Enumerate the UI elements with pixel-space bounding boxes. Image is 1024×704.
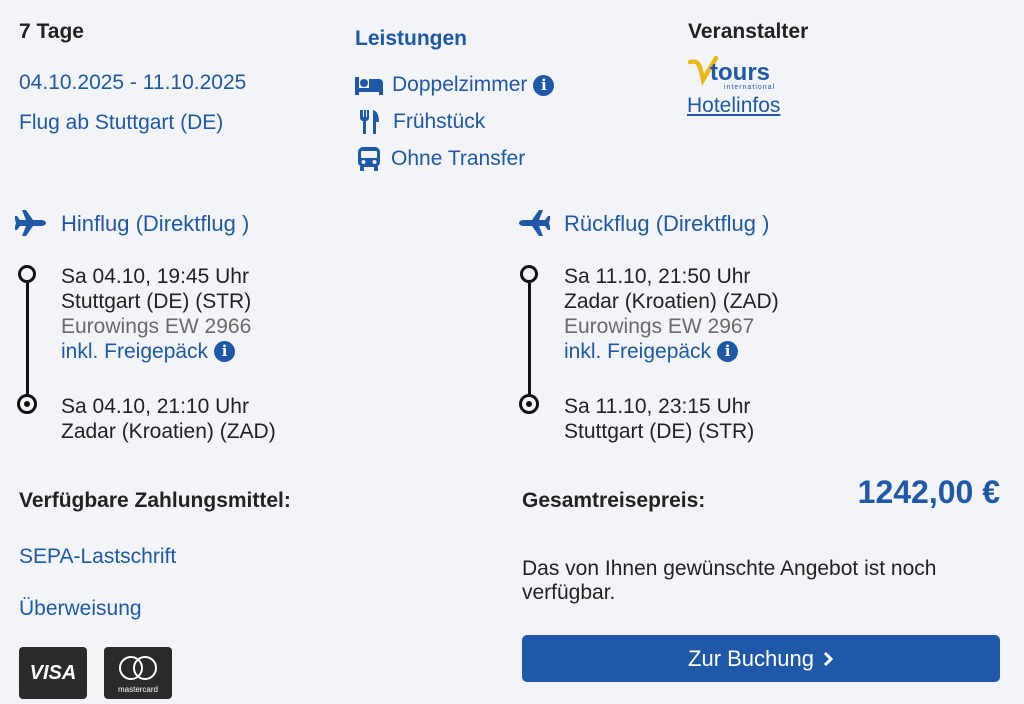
trip-dates: 04.10.2025 - 11.10.2025 (19, 71, 247, 94)
inbound-baggage-label[interactable]: inkl. Freigepäck (564, 340, 711, 363)
logo-subtext: international (724, 84, 775, 91)
outbound-baggage[interactable]: inkl. Freigepäck i (61, 339, 236, 364)
service-item-room: Doppelzimmer i (355, 70, 555, 100)
cutlery-icon (360, 110, 379, 134)
services-heading: Leistungen (355, 27, 468, 50)
outbound-title: Hinflug (Direktflug ) (61, 211, 250, 236)
outbound-departure-time: Sa 04.10, 19:45 Uhr (61, 265, 249, 288)
outbound-end-marker (17, 394, 37, 414)
bed-icon (355, 77, 383, 95)
payment-heading: Verfügbare Zahlungsmittel: (19, 489, 291, 512)
inbound-arrival-time: Sa 11.10, 23:15 Uhr (564, 395, 751, 418)
svg-text:tours: tours (710, 59, 770, 86)
outbound-timeline (26, 283, 29, 401)
inbound-baggage[interactable]: inkl. Freigepäck i (564, 339, 739, 364)
plane-departure-icon (15, 210, 46, 236)
service-item-transfer: Ohne Transfer (355, 144, 554, 174)
total-price-label: Gesamtreisepreis: (522, 489, 706, 512)
inbound-departure-airport: Zadar (Kroatien) (ZAD) (564, 290, 779, 313)
mastercard-label: mastercard (117, 685, 158, 694)
inbound-start-marker (520, 265, 538, 283)
availability-message: Das von Ihnen gewünschte Angebot ist noc… (522, 557, 937, 604)
outbound-baggage-info-icon[interactable]: i (214, 341, 236, 362)
vtours-logo: tours international (687, 55, 788, 92)
outbound-carrier: Eurowings EW 2966 (61, 315, 252, 338)
mastercard-icon: mastercard (104, 647, 172, 699)
visa-card-icon: VISA (19, 647, 87, 699)
book-button[interactable]: Zur Buchung (522, 635, 1000, 682)
departure-airport: Flug ab Stuttgart (DE) (19, 111, 224, 134)
inbound-arrival-airport: Stuttgart (DE) (STR) (564, 420, 755, 443)
service-item-board: Frühstück (355, 107, 554, 137)
outbound-departure-airport: Stuttgart (DE) (STR) (61, 290, 252, 313)
services-list: Doppelzimmer i Frühstück Ohne Transfer (355, 70, 555, 174)
chevron-right-icon (823, 651, 834, 666)
service-label-room: Doppelzimmer (392, 73, 528, 96)
book-button-label: Zur Buchung (688, 645, 814, 671)
service-label-board: Frühstück (393, 110, 486, 133)
service-label-transfer: Ohne Transfer (391, 147, 526, 170)
inbound-title: Rückflug (Direktflug ) (564, 211, 770, 236)
outbound-arrival-time: Sa 04.10, 21:10 Uhr (61, 395, 249, 418)
total-price-value: 1242,00 € (857, 474, 1000, 510)
trip-duration: 7 Tage (19, 20, 84, 43)
outbound-arrival-airport: Zadar (Kroatien) (ZAD) (61, 420, 276, 443)
inbound-end-marker (519, 394, 539, 414)
operator-heading: Veranstalter (688, 20, 809, 43)
plane-return-icon (519, 210, 550, 236)
visa-label: VISA (29, 662, 77, 684)
hotel-info-link[interactable]: Hotelinfos (687, 94, 780, 118)
bus-icon (358, 147, 380, 171)
outbound-baggage-label[interactable]: inkl. Freigepäck (61, 340, 208, 363)
inbound-baggage-info-icon[interactable]: i (717, 341, 739, 362)
room-info-icon[interactable]: i (533, 74, 555, 96)
inbound-carrier: Eurowings EW 2967 (564, 315, 755, 338)
payment-method-sepa: SEPA-Lastschrift (19, 545, 177, 568)
inbound-timeline (528, 283, 531, 401)
outbound-start-marker (18, 265, 36, 283)
payment-method-transfer: Überweisung (19, 597, 142, 620)
inbound-departure-time: Sa 11.10, 21:50 Uhr (564, 265, 751, 288)
